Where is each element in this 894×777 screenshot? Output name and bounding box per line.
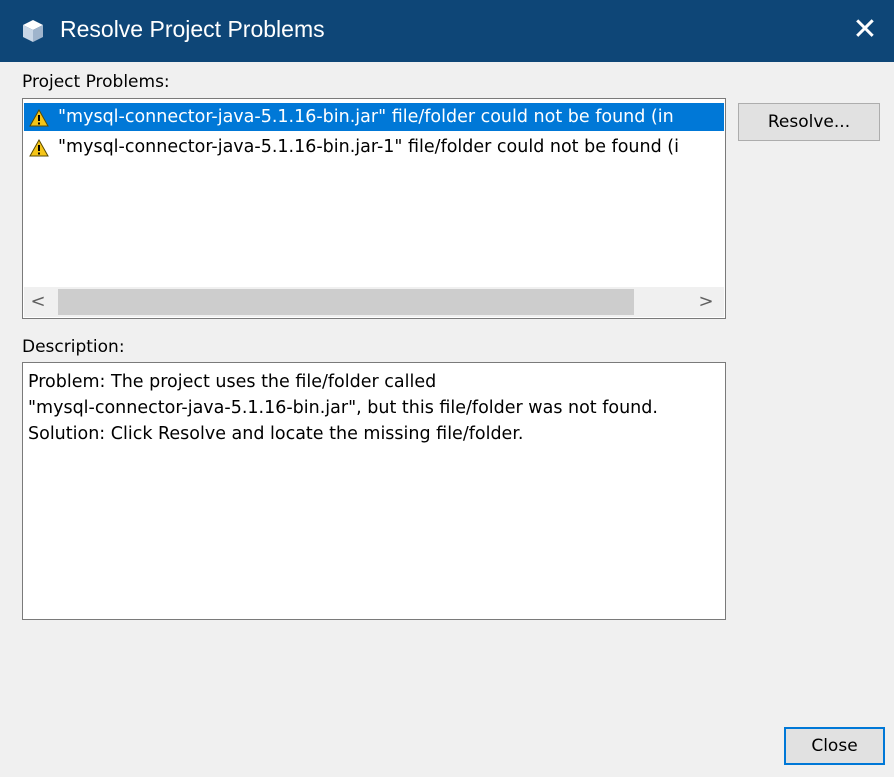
- problem-text: "mysql-connector-java-5.1.16-bin.jar" fi…: [58, 107, 674, 127]
- title-bar: Resolve Project Problems ✕: [0, 0, 894, 62]
- problem-text: "mysql-connector-java-5.1.16-bin.jar-1" …: [58, 137, 679, 157]
- resolve-button[interactable]: Resolve...: [738, 103, 880, 141]
- list-item[interactable]: "mysql-connector-java-5.1.16-bin.jar-1" …: [24, 133, 724, 161]
- description-line: "mysql-connector-java-5.1.16-bin.jar", b…: [28, 398, 658, 418]
- description-text-area[interactable]: Problem: The project uses the file/folde…: [22, 362, 726, 620]
- warning-icon: [29, 138, 49, 157]
- scroll-left-icon[interactable]: <: [24, 287, 52, 317]
- problems-list[interactable]: "mysql-connector-java-5.1.16-bin.jar" fi…: [22, 98, 726, 319]
- close-button[interactable]: Close: [784, 727, 885, 765]
- warning-icon: [29, 108, 49, 127]
- description-line: Problem: The project uses the file/folde…: [28, 372, 437, 392]
- close-window-button[interactable]: ✕: [848, 14, 882, 48]
- project-problems-label: Project Problems:: [22, 72, 170, 92]
- horizontal-scrollbar[interactable]: < >: [24, 287, 724, 317]
- description-label: Description:: [22, 337, 125, 357]
- description-line: Solution: Click Resolve and locate the m…: [28, 424, 524, 444]
- scroll-right-icon[interactable]: >: [692, 287, 720, 317]
- scrollbar-thumb[interactable]: [58, 289, 634, 315]
- window-title: Resolve Project Problems: [60, 16, 325, 42]
- netbeans-cube-icon: [22, 19, 44, 43]
- list-item[interactable]: "mysql-connector-java-5.1.16-bin.jar" fi…: [24, 103, 724, 131]
